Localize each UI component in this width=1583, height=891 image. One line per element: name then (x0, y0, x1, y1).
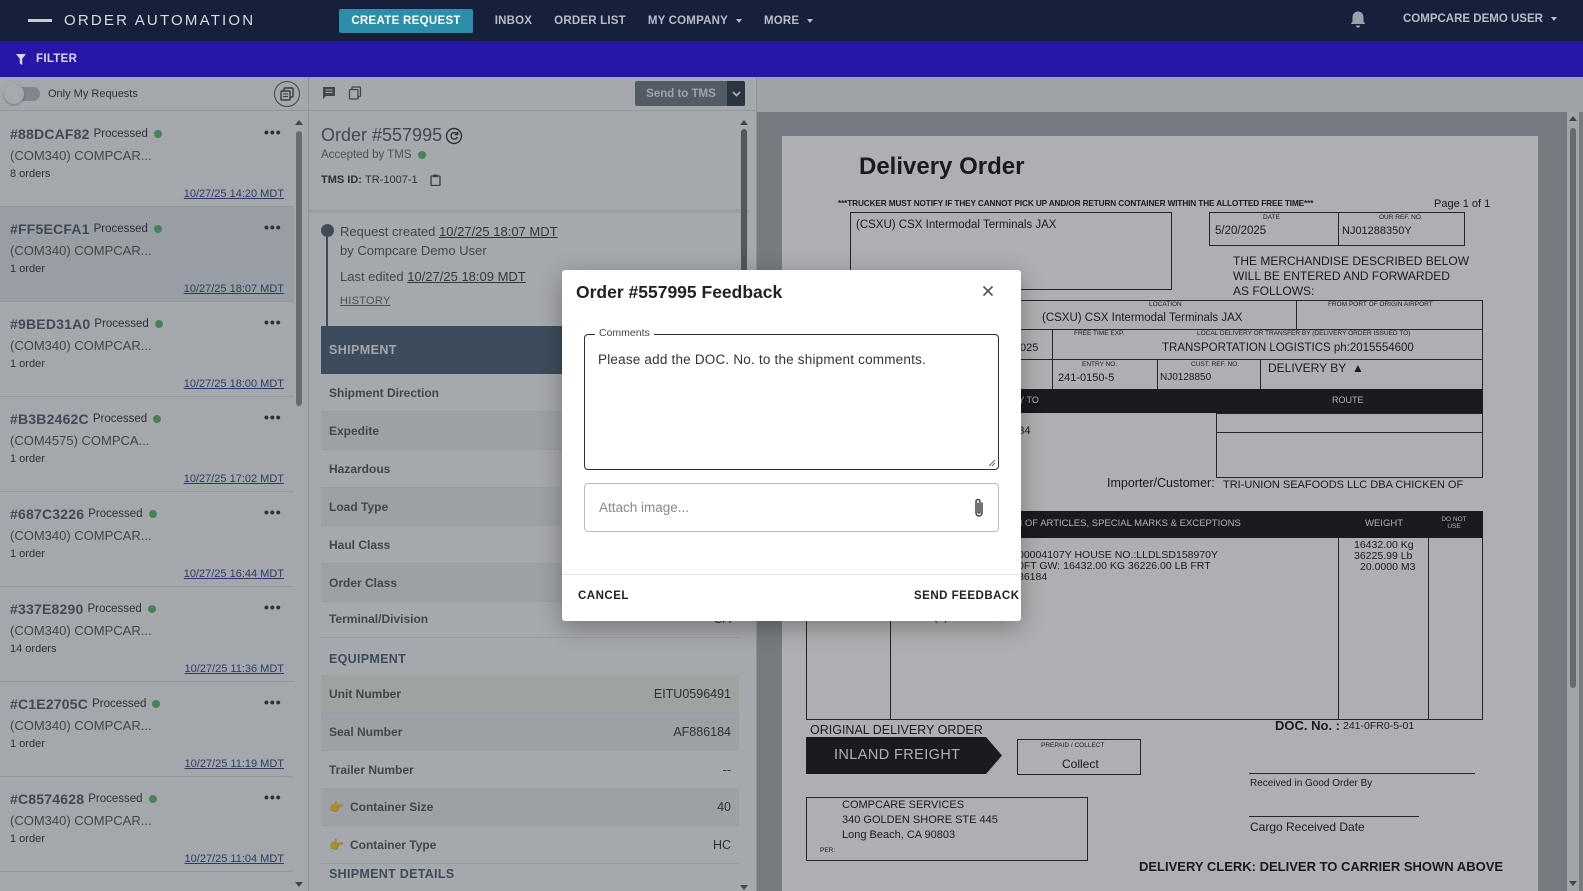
chevron-down-icon (1550, 17, 1557, 21)
chevron-down-icon (807, 18, 814, 23)
feedback-dialog: Order #557995 Feedback Comments Please a… (562, 270, 1021, 621)
filter-bar[interactable]: FILTER (0, 41, 1583, 77)
filter-label: FILTER (36, 53, 78, 65)
app-brand: ORDER AUTOMATION (64, 12, 256, 29)
comments-textarea[interactable]: Please add the DOC. No. to the shipment … (598, 352, 926, 367)
nav-more[interactable]: MORE (763, 14, 814, 27)
menu-icon[interactable] (28, 19, 52, 22)
cancel-button[interactable]: CANCEL (578, 590, 629, 602)
comments-label: Comments (595, 327, 654, 339)
create-request-button[interactable]: CREATE REQUEST (339, 8, 473, 33)
dialog-title: Order #557995 Feedback (576, 282, 783, 302)
comments-field[interactable]: Comments Please add the DOC. No. to the … (584, 327, 999, 470)
send-feedback-button[interactable]: SEND FEEDBACK (914, 590, 1020, 602)
nav-my-company[interactable]: MY COMPANY (648, 15, 742, 27)
user-menu[interactable]: COMPCARE DEMO USER (1403, 13, 1557, 25)
attach-image-field[interactable]: Attach image... (584, 483, 999, 532)
dialog-divider (562, 574, 1021, 575)
paperclip-icon[interactable] (972, 497, 986, 519)
attach-image-placeholder: Attach image... (599, 500, 690, 515)
nav-more-label: MORE (763, 14, 800, 27)
nav-my-company-label: MY COMPANY (647, 14, 728, 27)
close-icon[interactable] (980, 283, 996, 299)
nav-inbox[interactable]: INBOX (495, 15, 532, 27)
resize-handle-icon[interactable] (988, 459, 996, 467)
top-navbar: ORDER AUTOMATION CREATE REQUEST INBOX OR… (0, 0, 1583, 41)
chevron-down-icon (735, 18, 742, 23)
user-name: COMPCARE DEMO USER (1403, 13, 1543, 25)
bell-icon[interactable] (1349, 10, 1367, 30)
filter-icon (16, 53, 26, 65)
nav-order-list[interactable]: ORDER LIST (554, 15, 626, 27)
